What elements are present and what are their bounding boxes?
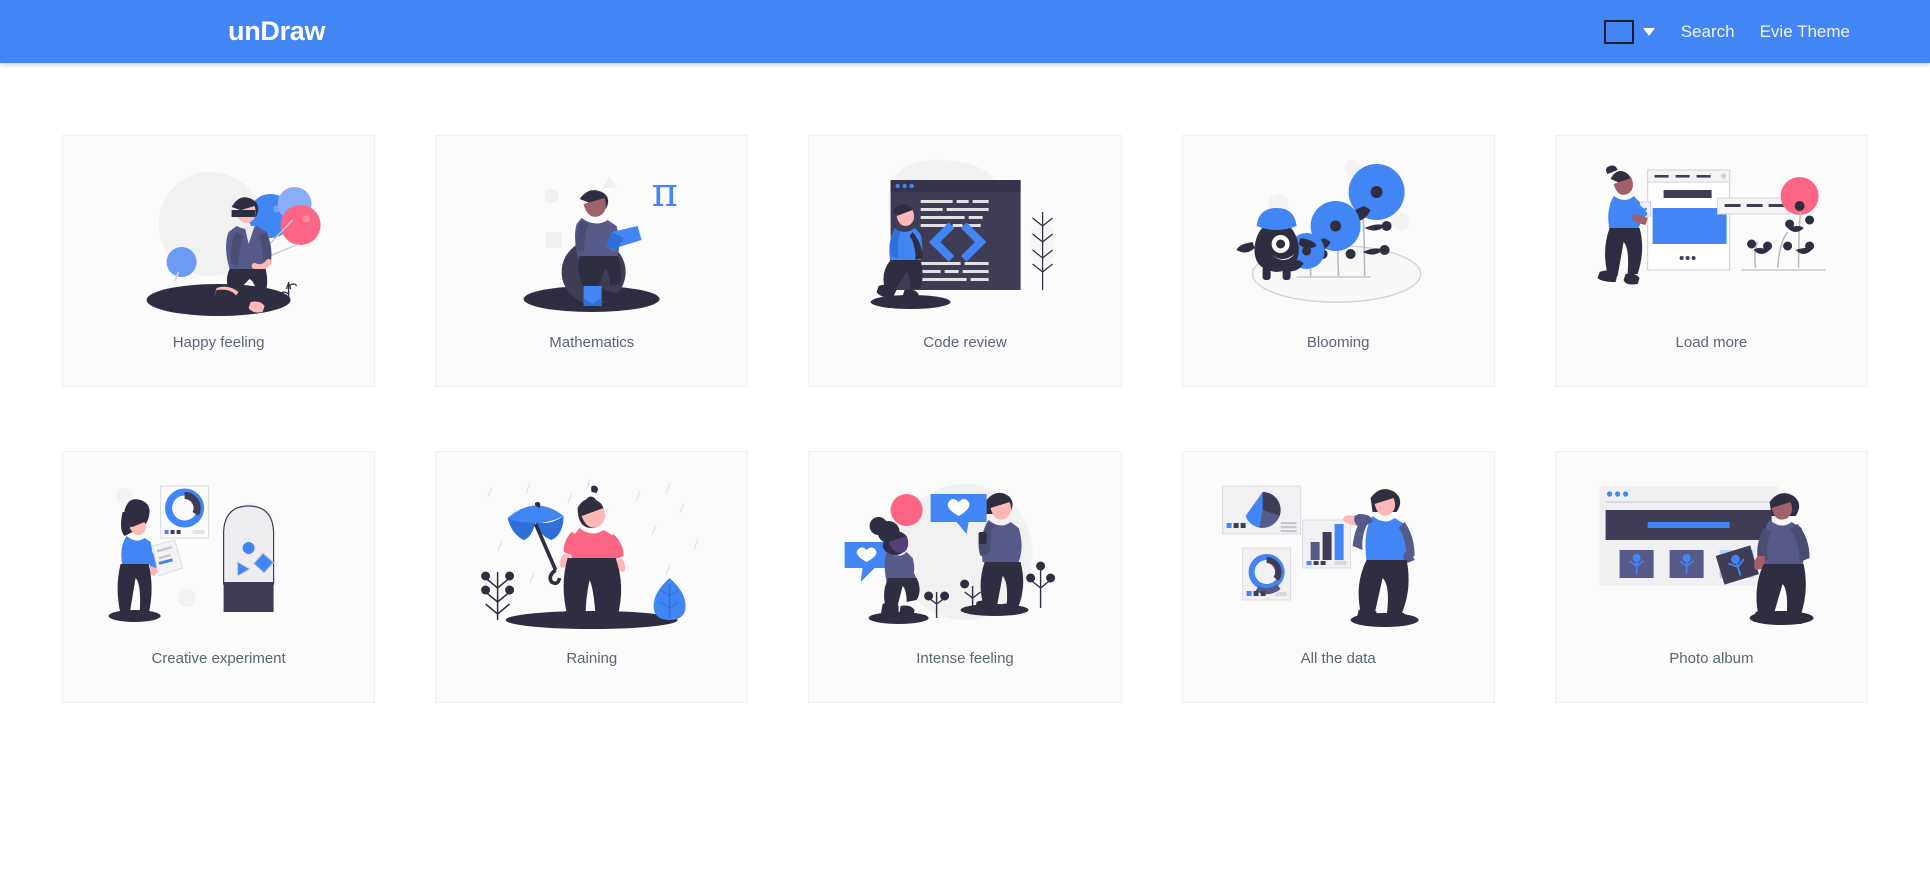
illustration-intense-feeling (809, 452, 1120, 644)
color-picker-swatch[interactable] (1603, 19, 1634, 44)
gallery-card-label: All the data (1300, 650, 1376, 667)
gallery-card-label: Photo album (1669, 650, 1754, 667)
illustration-photo-album (1556, 452, 1867, 644)
brand-logo[interactable]: unDraw (228, 18, 326, 45)
gallery-card-load-more[interactable]: Load more (1554, 135, 1868, 387)
gallery-card-label: Intense feeling (916, 650, 1014, 667)
illustration-gallery: Happy feeling π Mathematics Code review … (0, 63, 1930, 743)
nav-link-search[interactable]: Search (1681, 22, 1735, 42)
nav-link-evie-theme[interactable]: Evie Theme (1760, 22, 1850, 42)
gallery-card-photo-album[interactable]: Photo album (1554, 451, 1868, 703)
illustration-mathematics: π (436, 136, 747, 328)
illustration-raining (436, 452, 747, 644)
gallery-card-mathematics[interactable]: π Mathematics (435, 135, 749, 387)
gallery-card-label: Creative experiment (151, 650, 286, 667)
gallery-card-raining[interactable]: Raining (435, 451, 749, 703)
gallery-card-all-the-data[interactable]: All the data (1181, 451, 1495, 703)
site-header: unDraw Search Evie Theme (0, 0, 1930, 63)
illustration-creative-experiment (63, 452, 374, 644)
gallery-card-code-review[interactable]: Code review (808, 135, 1122, 387)
illustration-blooming (1183, 136, 1494, 328)
gallery-card-label: Mathematics (549, 334, 635, 351)
chevron-down-icon[interactable] (1642, 27, 1655, 36)
gallery-card-label: Code review (923, 334, 1007, 351)
illustration-code-review (809, 136, 1120, 328)
gallery-card-blooming[interactable]: Blooming (1181, 135, 1495, 387)
gallery-card-label: Raining (566, 650, 618, 667)
illustration-happy-feeling (63, 136, 374, 328)
illustration-load-more (1556, 136, 1867, 328)
gallery-card-intense-feeling[interactable]: Intense feeling (808, 451, 1122, 703)
gallery-card-label: Load more (1675, 334, 1748, 351)
gallery-card-creative-experiment[interactable]: Creative experiment (62, 451, 376, 703)
primary-nav: Search Evie Theme (1603, 0, 1850, 63)
illustration-all-the-data (1183, 452, 1494, 644)
color-picker[interactable] (1603, 19, 1655, 44)
svg-text:π: π (652, 170, 678, 216)
gallery-card-label: Happy feeling (172, 334, 265, 351)
gallery-card-label: Blooming (1306, 334, 1370, 351)
gallery-card-happy-feeling[interactable]: Happy feeling (62, 135, 376, 387)
